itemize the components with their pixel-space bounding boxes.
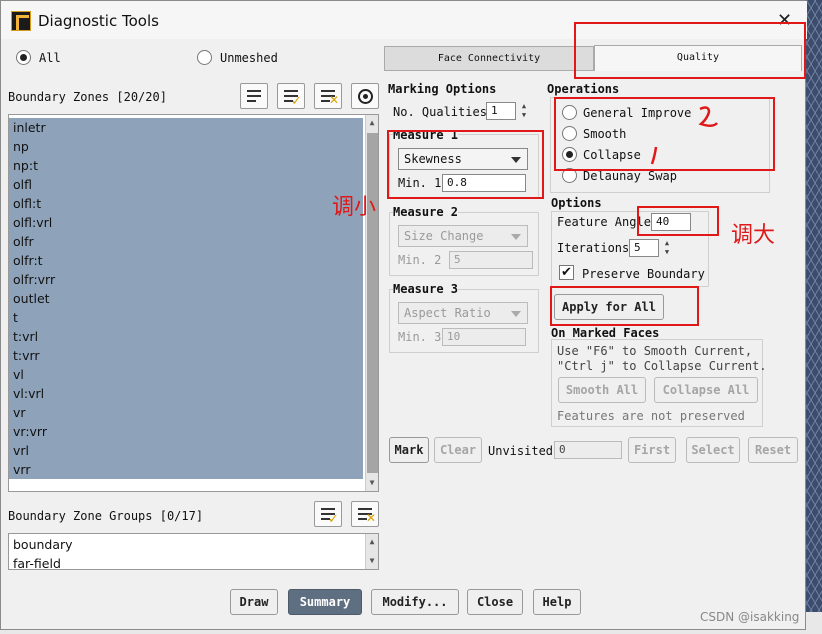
watermark: CSDN @isakking bbox=[700, 610, 800, 624]
annotation-scribbles bbox=[650, 106, 718, 165]
diagnostic-tools-dialog: Diagnostic Tools ✕ All Unmeshed Boundary… bbox=[0, 0, 807, 630]
